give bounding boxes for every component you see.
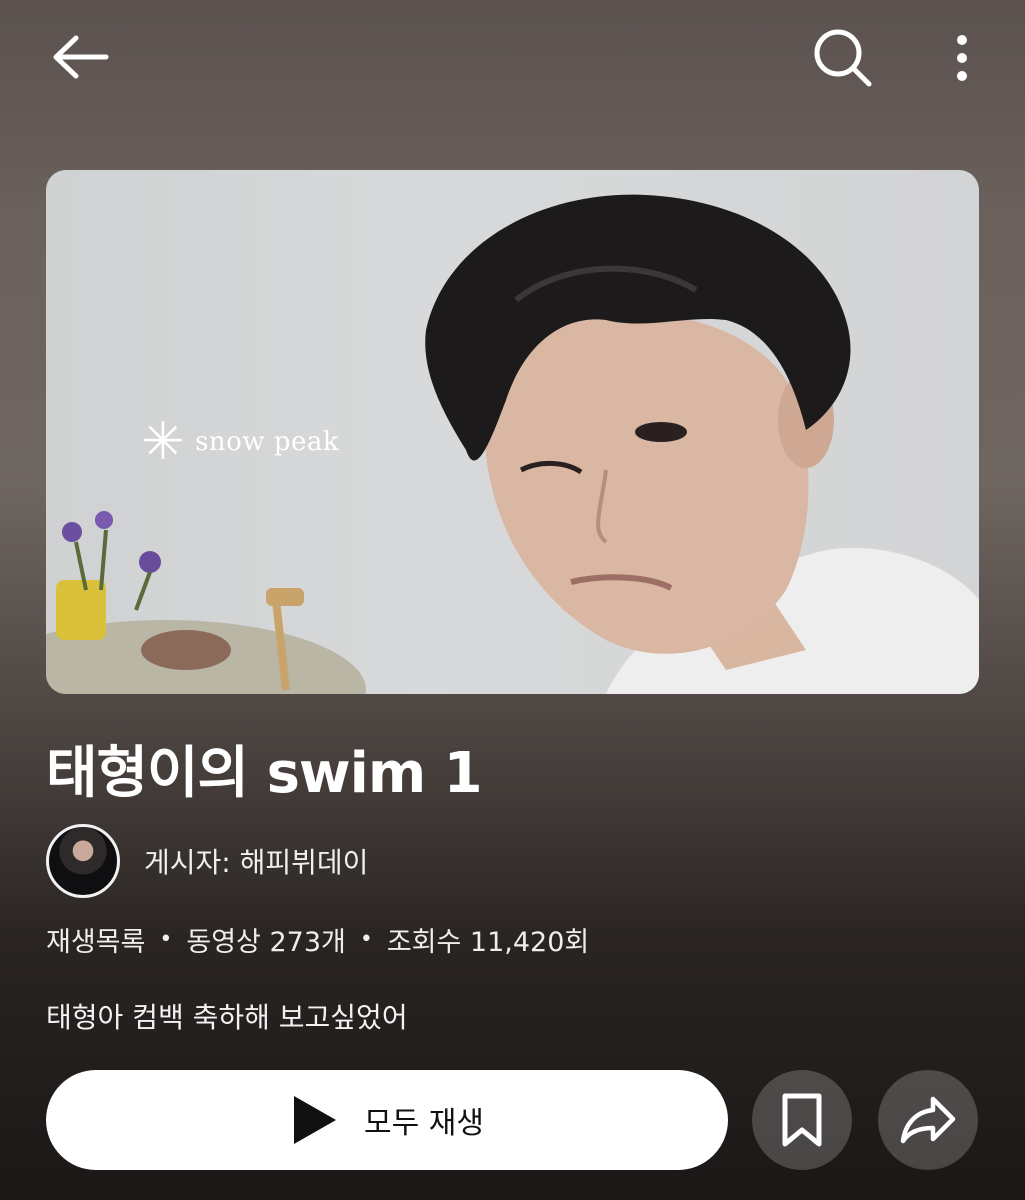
share-button[interactable] [878, 1070, 978, 1170]
separator-dot: • [359, 927, 373, 952]
more-options-button[interactable] [930, 20, 994, 96]
playlist-type: 재생목록 [46, 927, 146, 958]
snowflake-logo-icon: ✳ [141, 412, 186, 472]
brand-watermark: ✳ snow peak [141, 416, 339, 468]
top-app-bar [0, 0, 1025, 120]
search-button[interactable] [800, 20, 886, 96]
play-all-label: 모두 재생 [364, 1106, 484, 1141]
arrow-left-icon [53, 35, 109, 79]
video-count: 동영상 273개 [186, 927, 346, 958]
play-all-button[interactable]: 모두 재생 [46, 1070, 728, 1170]
share-arrow-icon [900, 1096, 956, 1144]
separator-dot: • [159, 927, 173, 952]
playlist-description: 태형아 컴백 축하해 보고싶었어 [46, 1001, 408, 1034]
author-row[interactable]: 게시자: 해피뷔데이 [46, 824, 368, 898]
playlist-title: 태형이의 swim 1 [46, 741, 483, 806]
playlist-thumbnail[interactable]: ✳ snow peak [46, 170, 979, 694]
bookmark-icon [782, 1093, 822, 1147]
avatar[interactable] [46, 824, 120, 898]
back-button[interactable] [40, 22, 120, 92]
play-icon [294, 1096, 337, 1144]
more-vertical-icon [957, 35, 967, 81]
playlist-meta: 재생목록 • 동영상 273개 • 조회수 11,420회 [46, 920, 589, 959]
save-playlist-button[interactable] [752, 1070, 852, 1170]
search-icon [814, 29, 872, 87]
view-count: 조회수 11,420회 [386, 927, 590, 958]
author-name[interactable]: 게시자: 해피뷔데이 [144, 841, 368, 881]
brand-text: snow peak [195, 427, 340, 457]
